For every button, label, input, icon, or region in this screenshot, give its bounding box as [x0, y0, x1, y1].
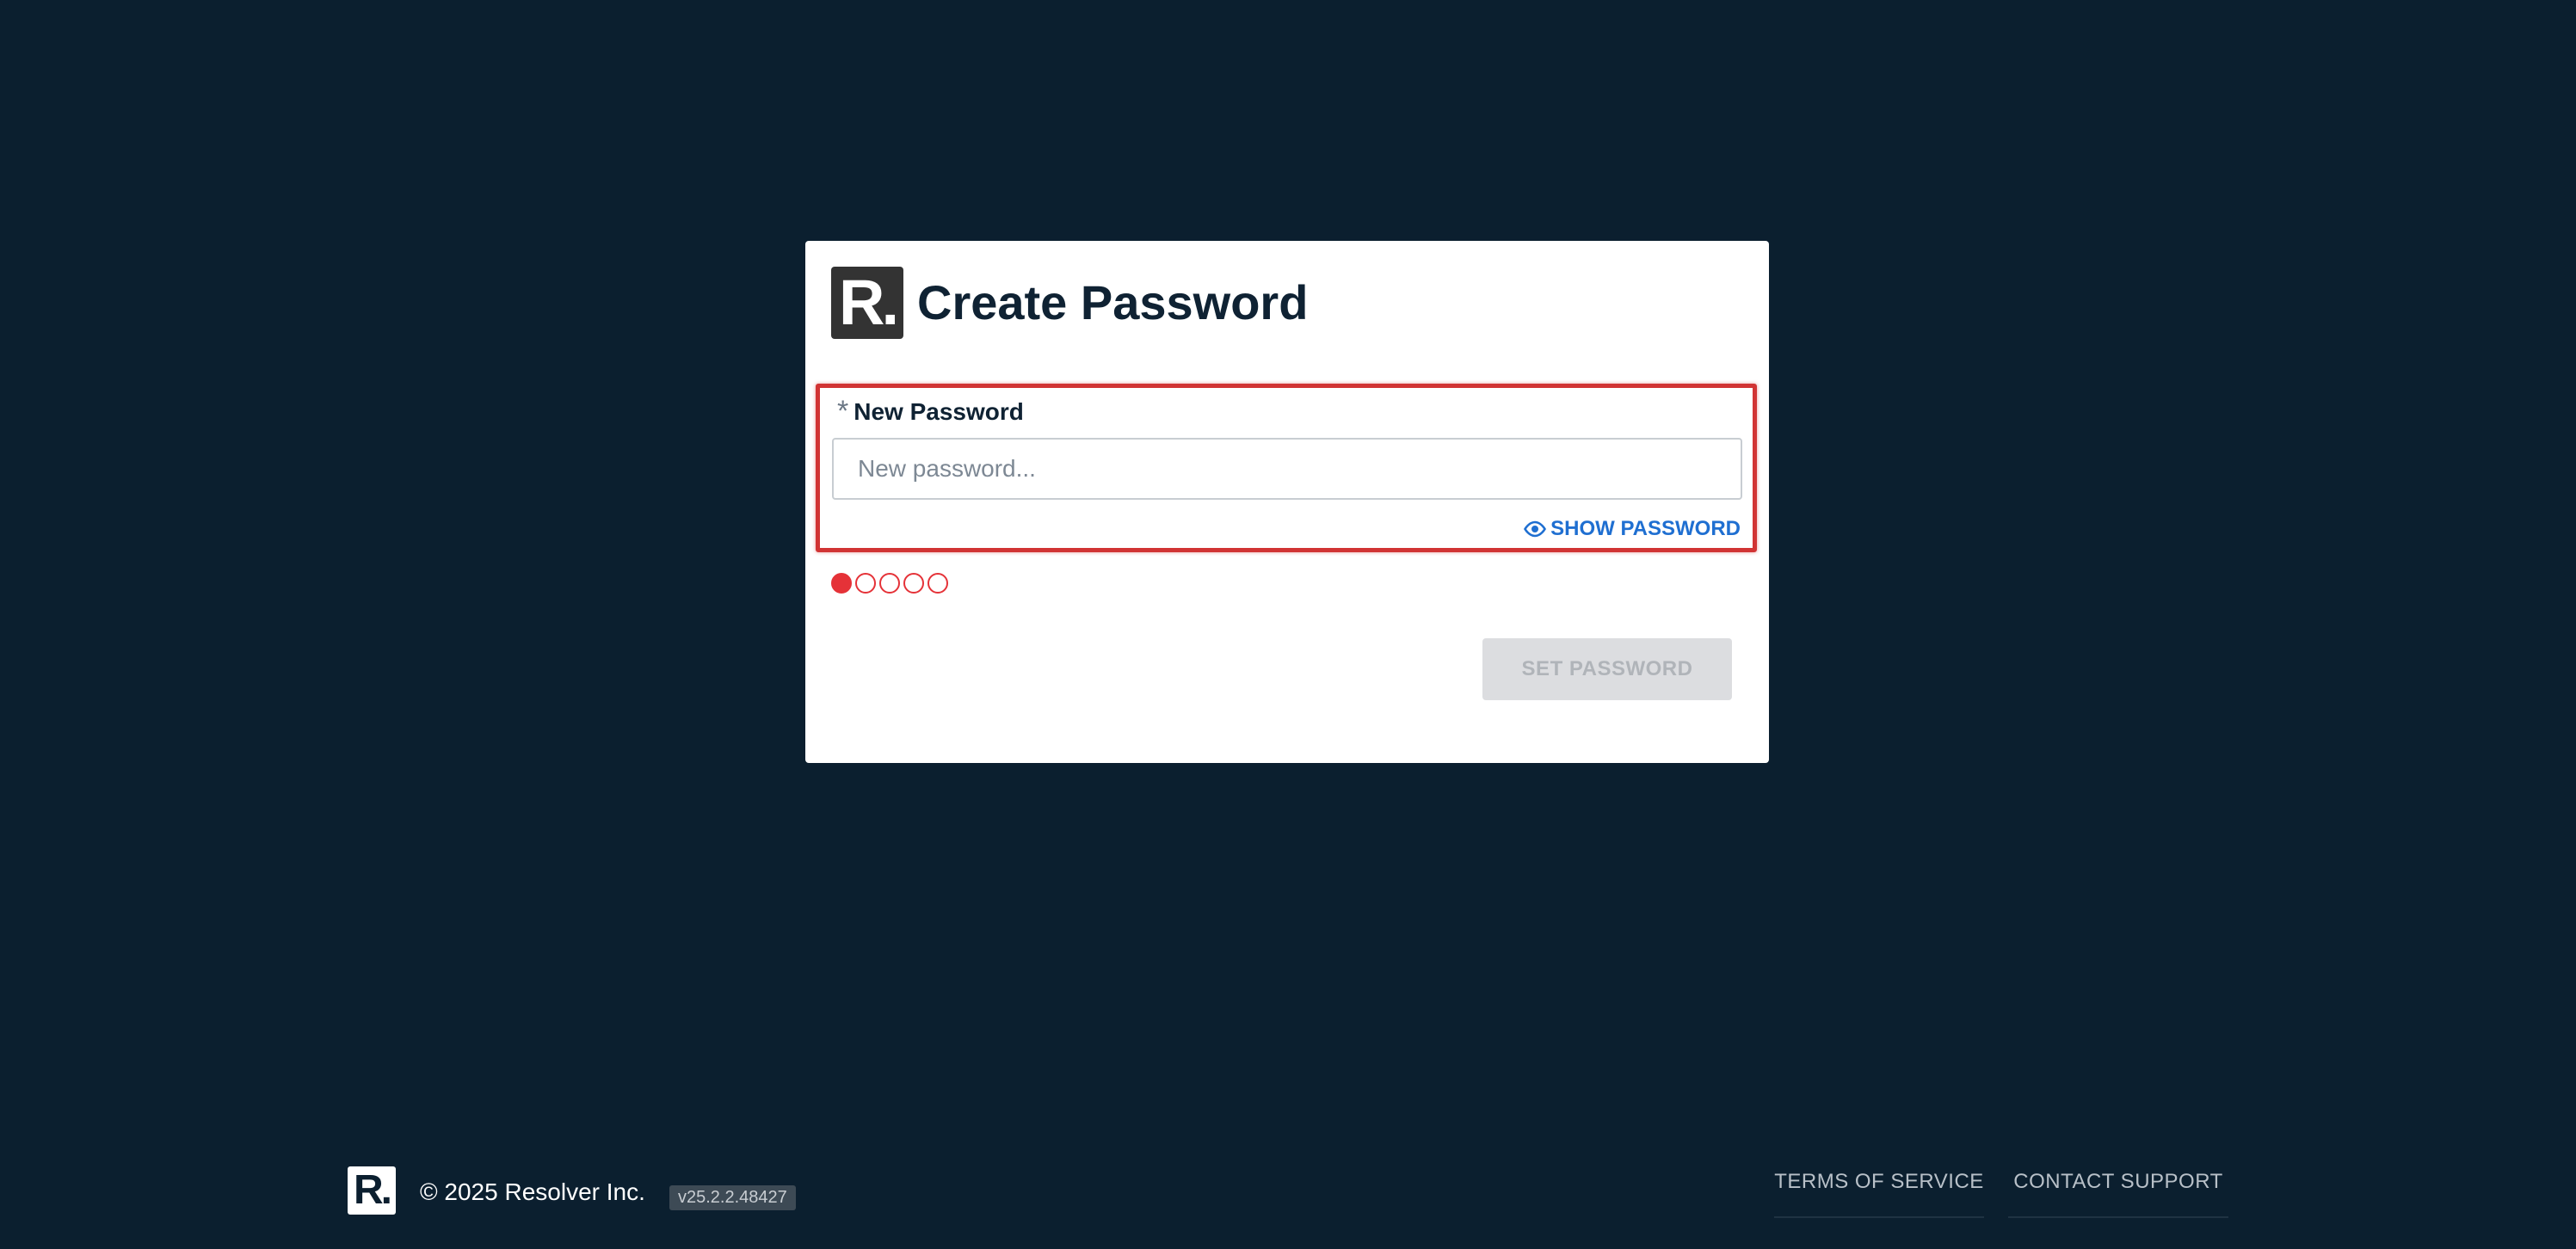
contact-support-link[interactable]: CONTACT SUPPORT — [2008, 1170, 2228, 1218]
show-password-label: SHOW PASSWORD — [1550, 517, 1741, 540]
new-password-label-text: New Password — [854, 398, 1024, 425]
footer-logo: R. — [348, 1166, 396, 1215]
password-strength-meter — [831, 573, 952, 594]
strength-dot — [855, 573, 876, 594]
eye-icon — [1524, 520, 1547, 538]
page-title: Create Password — [917, 275, 1309, 329]
new-password-field-group: * New Password SHOW PASSWORD — [816, 384, 1757, 552]
strength-dot — [831, 573, 852, 594]
strength-dot — [927, 573, 948, 594]
strength-dot — [903, 573, 924, 594]
show-password-button[interactable]: SHOW PASSWORD — [1523, 517, 1741, 541]
page: R. Create Password * New Password SHOW P… — [0, 0, 2576, 1249]
terms-of-service-link[interactable]: TERMS OF SERVICE — [1774, 1170, 1984, 1218]
new-password-label: * New Password — [837, 395, 1024, 428]
create-password-card: R. Create Password * New Password SHOW P… — [805, 241, 1769, 763]
card-header: R. Create Password — [831, 267, 1308, 339]
strength-dot — [879, 573, 900, 594]
new-password-input[interactable] — [832, 438, 1742, 500]
set-password-button[interactable]: SET PASSWORD — [1482, 638, 1732, 700]
required-marker: * — [837, 395, 849, 428]
copyright-text: © 2025 Resolver Inc. — [420, 1178, 645, 1205]
footer: R. © 2025 Resolver Inc. v25.2.2.48427 TE… — [0, 1153, 2576, 1249]
resolver-logo: R. — [831, 267, 903, 339]
version-badge: v25.2.2.48427 — [669, 1185, 796, 1210]
